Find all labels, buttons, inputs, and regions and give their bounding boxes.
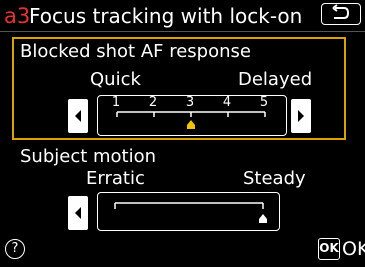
header-divider <box>0 31 365 32</box>
blocked-shot-right-label: Delayed <box>238 69 313 90</box>
blocked-shot-decrease-button[interactable] <box>68 99 88 133</box>
slider-track <box>113 201 267 223</box>
return-arrow-icon <box>331 3 349 19</box>
tick-label-2: 2 <box>148 95 158 110</box>
blocked-shot-left-label: Quick <box>90 69 141 90</box>
subject-motion-left-label: Erratic <box>86 168 145 189</box>
blocked-shot-title[interactable]: Blocked shot AF response <box>20 41 251 63</box>
subject-motion-right-label: Steady <box>243 168 306 189</box>
blocked-shot-increase-button[interactable] <box>291 99 311 133</box>
tick-label-5: 5 <box>259 95 269 110</box>
help-icon[interactable]: ? <box>5 239 25 259</box>
menu-code: a3 <box>4 4 31 28</box>
tick-label-3: 3 <box>185 95 195 110</box>
tick-label-4: 4 <box>222 95 232 110</box>
arrow-right-icon <box>298 110 304 122</box>
subject-motion-slider[interactable] <box>97 192 280 231</box>
subject-motion-title[interactable]: Subject motion <box>20 146 156 168</box>
page-title: Focus tracking with lock-on <box>29 4 303 28</box>
arrow-left-icon <box>75 110 81 122</box>
ok-button-icon[interactable]: OK <box>318 238 340 260</box>
back-button[interactable] <box>321 3 361 25</box>
selector-marker <box>258 213 267 223</box>
blocked-shot-slider[interactable]: 1 2 3 4 5 <box>97 95 287 136</box>
tick-label-1: 1 <box>111 95 121 110</box>
subject-motion-decrease-button[interactable] <box>68 196 88 230</box>
selector-marker <box>186 119 195 129</box>
ok-label[interactable]: OK <box>342 237 365 261</box>
arrow-left-icon <box>75 207 81 219</box>
